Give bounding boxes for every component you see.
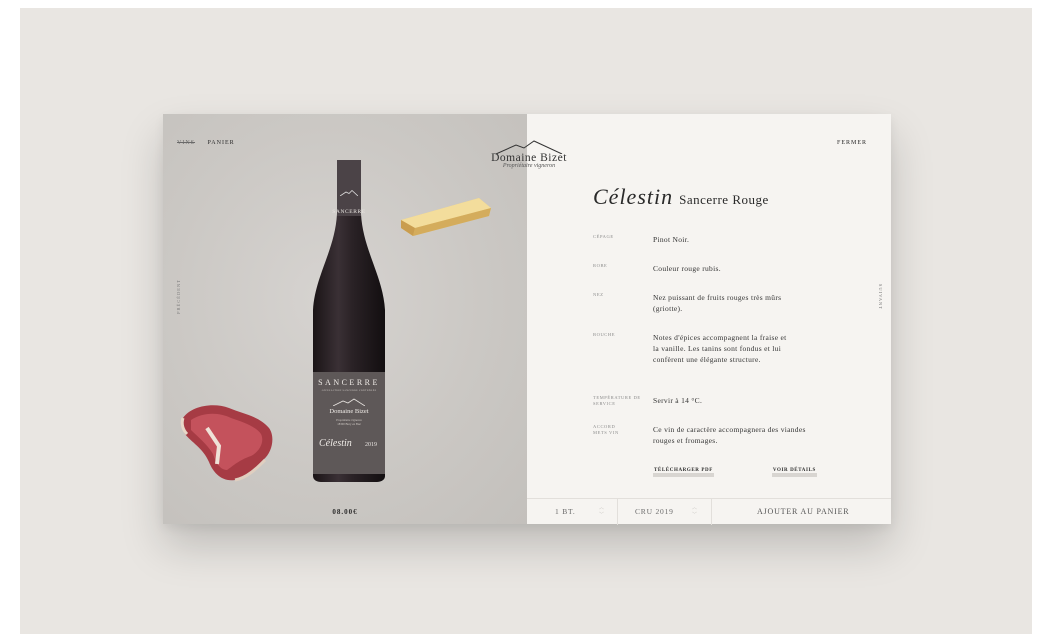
spec-label: NEZ [593,292,604,297]
cheese-image [401,198,491,236]
wine-bottle: SANCERRE SANCERRE APPELLATION SANCERRE C… [299,160,399,482]
brand-logo[interactable]: Domaine Bizet Propriétaire vigneron [479,140,579,169]
previous-button[interactable]: PRÉCÉDENT [176,279,181,314]
product-details-panel: FERMER SUIVANT Célestin Sancerre Rouge CÉ… [527,114,891,525]
label-year: 2019 [365,442,377,448]
quantity-stepper[interactable]: ︿ ﹀ [599,499,605,525]
product-card: VINS PANIER PRÉCÉDENT SANCERRE SANCERRE … [163,114,891,525]
chevron-up-icon[interactable]: ︿ [599,506,605,511]
spec-label: CÉPAGE [593,234,614,239]
spec-label: TEMPÉRATURE DE SERVICE [593,395,641,406]
spec-label: ACCORD METS VIN [593,424,619,435]
spec-value: Servir à 14 °C. [653,396,703,405]
vintage-stepper[interactable]: ︿ ﹀ [692,499,698,525]
spec-value: Pinot Noir. [653,235,690,244]
steak-image [180,405,273,482]
label-appellation: SANCERRE [318,378,380,387]
product-appellation: Sancerre Rouge [679,192,769,207]
top-nav: VINS PANIER [177,140,245,146]
vintage-value[interactable]: CRU 2019 [635,499,674,525]
action-links: TÉLÉCHARGER PDF VOIR DÉTAILS [653,468,875,477]
product-name: Célestin [593,184,674,209]
capsule-label: SANCERRE [332,209,366,215]
divider [617,499,618,525]
capsule-mountain-icon [340,190,358,196]
chevron-up-icon[interactable]: ︿ [692,506,698,511]
spec-label: BOUCHE [593,332,616,337]
download-pdf-link[interactable]: TÉLÉCHARGER PDF [653,468,714,477]
spec-value: Nez puissant de fruits rouges très mûrs … [653,293,782,313]
spec-value: Couleur rouge rubis. [653,264,721,273]
label-domain: Domaine Bizet [329,408,369,415]
next-button[interactable]: SUIVANT [878,284,883,310]
purchase-bar: 1 BT. ︿ ﹀ CRU 2019 ︿ ﹀ AJOUTER AU PANIER [527,498,891,525]
price: 08.00€ [332,508,358,516]
label-appellation-sub: APPELLATION SANCERRE CONTRÔLÉE [321,389,377,392]
nav-wines-link[interactable]: VINS [177,140,195,146]
label-line-2: 18300 Bury en Bué [337,422,361,426]
add-to-cart-button[interactable]: AJOUTER AU PANIER [757,499,849,525]
spec-value: Notes d'épices accompagnent la fraise et… [653,333,787,364]
label-mountain-icon [333,398,365,406]
close-button[interactable]: FERMER [837,140,867,146]
nav-cart-link[interactable]: PANIER [208,140,235,146]
quantity-value[interactable]: 1 BT. [555,499,576,525]
spec-value: Ce vin de caractère accompagnera des via… [653,425,806,445]
product-title: Célestin Sancerre Rouge [593,184,769,210]
label-wine-name: Célestin [319,438,352,449]
view-details-link[interactable]: VOIR DÉTAILS [771,468,817,477]
spec-label: ROBE [593,263,608,268]
chevron-down-icon[interactable]: ﹀ [599,513,605,518]
chevron-down-icon[interactable]: ﹀ [692,513,698,518]
divider [711,499,712,525]
product-visual-panel: VINS PANIER PRÉCÉDENT SANCERRE SANCERRE … [163,114,527,524]
